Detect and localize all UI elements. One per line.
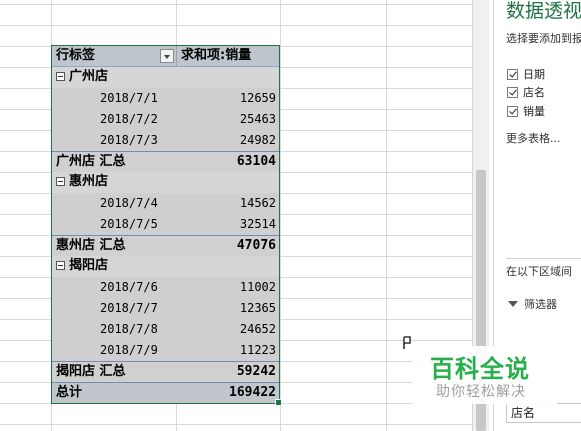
item-value: 32514 — [239, 217, 276, 231]
item-date: 2018/7/5 — [100, 217, 158, 231]
grand-total-label: 总计 — [56, 385, 83, 400]
item-value: 14562 — [239, 196, 276, 210]
group-label-cell[interactable]: 揭阳店 — [52, 256, 176, 277]
filters-label: 筛选器 — [524, 298, 557, 311]
fill-handle[interactable] — [275, 399, 282, 406]
pivot-table[interactable]: 行标签 求和项:销量 广州店 2018/7/1 12659 2018/7/2 25463… — [51, 45, 282, 406]
pane-divider — [506, 258, 581, 259]
item-date: 2018/7/2 — [100, 112, 158, 126]
item-row[interactable]: 2018/7/2 25463 — [52, 109, 279, 130]
areas-hint: 在以下区域间 — [506, 265, 572, 278]
item-row[interactable]: 2018/7/3 24982 — [52, 130, 279, 151]
group-row[interactable]: 广州店 — [52, 67, 279, 88]
grid-column-line — [280, 0, 281, 431]
item-row[interactable]: 2018/7/6 11002 — [52, 277, 279, 298]
item-date: 2018/7/8 — [100, 322, 158, 336]
subtotal-value: 47076 — [236, 238, 276, 253]
item-value: 24652 — [239, 322, 276, 336]
field-checkbox[interactable] — [507, 106, 518, 117]
item-date: 2018/7/1 — [100, 91, 158, 105]
item-value: 25463 — [239, 112, 276, 126]
field-label: 日期 — [523, 68, 545, 81]
group-name: 惠州店 — [69, 174, 109, 189]
grand-total-row[interactable]: 总计 169422 — [52, 382, 279, 403]
item-value: 11223 — [239, 343, 276, 357]
field-item[interactable]: 日期 — [507, 66, 545, 82]
watermark-subtitle: 助你轻松解决 — [436, 384, 526, 400]
group-name: 揭阳店 — [69, 258, 109, 273]
subtotal-row[interactable]: 广州店 汇总 63104 — [52, 151, 279, 172]
group-name: 广州店 — [69, 69, 109, 84]
field-label: 销量 — [523, 105, 545, 118]
collapse-icon[interactable] — [56, 261, 65, 270]
subtotal-value: 59242 — [236, 364, 276, 379]
subtotal-label: 广州店 汇总 — [56, 154, 126, 169]
pivot-header-row[interactable]: 行标签 求和项:销量 — [52, 46, 279, 67]
collapse-icon[interactable] — [56, 72, 65, 81]
field-label: 店名 — [523, 86, 545, 99]
value-field-header[interactable]: 求和项:销量 — [176, 46, 279, 67]
more-tables-link[interactable]: 更多表格... — [506, 130, 561, 146]
field-checkbox[interactable] — [507, 87, 518, 98]
item-date: 2018/7/6 — [100, 280, 158, 294]
row-labels-filter-dropdown-icon[interactable] — [160, 49, 174, 63]
item-row[interactable]: 2018/7/7 12365 — [52, 298, 279, 319]
collapse-icon[interactable] — [56, 177, 65, 186]
pivot-body: 广州店 2018/7/1 12659 2018/7/2 25463 2018/7/3 249… — [52, 67, 279, 382]
item-date: 2018/7/7 — [100, 301, 158, 315]
item-date: 2018/7/9 — [100, 343, 158, 357]
grid-row-line — [0, 424, 472, 425]
grand-total-value: 169422 — [229, 385, 276, 400]
filters-area-header: 筛选器 — [508, 296, 557, 312]
item-value: 12365 — [239, 301, 276, 315]
funnel-icon — [508, 301, 518, 307]
group-row[interactable]: 惠州店 — [52, 172, 279, 193]
field-checkbox[interactable] — [507, 69, 518, 80]
group-label-cell[interactable]: 惠州店 — [52, 172, 176, 193]
group-row[interactable]: 揭阳店 — [52, 256, 279, 277]
item-value: 11002 — [239, 280, 276, 294]
grid-column-line — [386, 0, 387, 431]
field-item[interactable]: 销量 — [507, 103, 545, 119]
field-item[interactable]: 店名 — [507, 84, 545, 100]
watermark-title: 百科全说 — [430, 355, 530, 383]
grid-row-line — [0, 25, 472, 26]
watermark: 百科全说 助你轻松解决 — [412, 346, 557, 404]
subtotal-row[interactable]: 揭阳店 汇总 59242 — [52, 361, 279, 382]
subtotal-row[interactable]: 惠州店 汇总 47076 — [52, 235, 279, 256]
item-value: 24982 — [239, 133, 276, 147]
row-labels-header[interactable]: 行标签 — [52, 46, 176, 67]
item-row[interactable]: 2018/7/9 11223 — [52, 340, 279, 361]
item-row[interactable]: 2018/7/1 12659 — [52, 88, 279, 109]
item-row[interactable]: 2018/7/8 24652 — [52, 319, 279, 340]
item-row[interactable]: 2018/7/4 14562 — [52, 193, 279, 214]
pane-hint: 选择要添加到报 — [506, 32, 581, 45]
item-row[interactable]: 2018/7/5 32514 — [52, 214, 279, 235]
subtotal-label: 惠州店 汇总 — [56, 238, 126, 253]
item-value: 12659 — [239, 91, 276, 105]
row-area-field-item[interactable]: 店名 — [506, 403, 581, 423]
subtotal-label: 揭阳店 汇总 — [56, 364, 126, 379]
group-label-cell[interactable]: 广州店 — [52, 67, 176, 88]
item-date: 2018/7/3 — [100, 133, 158, 147]
item-date: 2018/7/4 — [100, 196, 158, 210]
subtotal-value: 63104 — [236, 154, 276, 169]
pane-title: 数据透视 — [506, 0, 581, 22]
grid-row-line — [0, 4, 472, 5]
